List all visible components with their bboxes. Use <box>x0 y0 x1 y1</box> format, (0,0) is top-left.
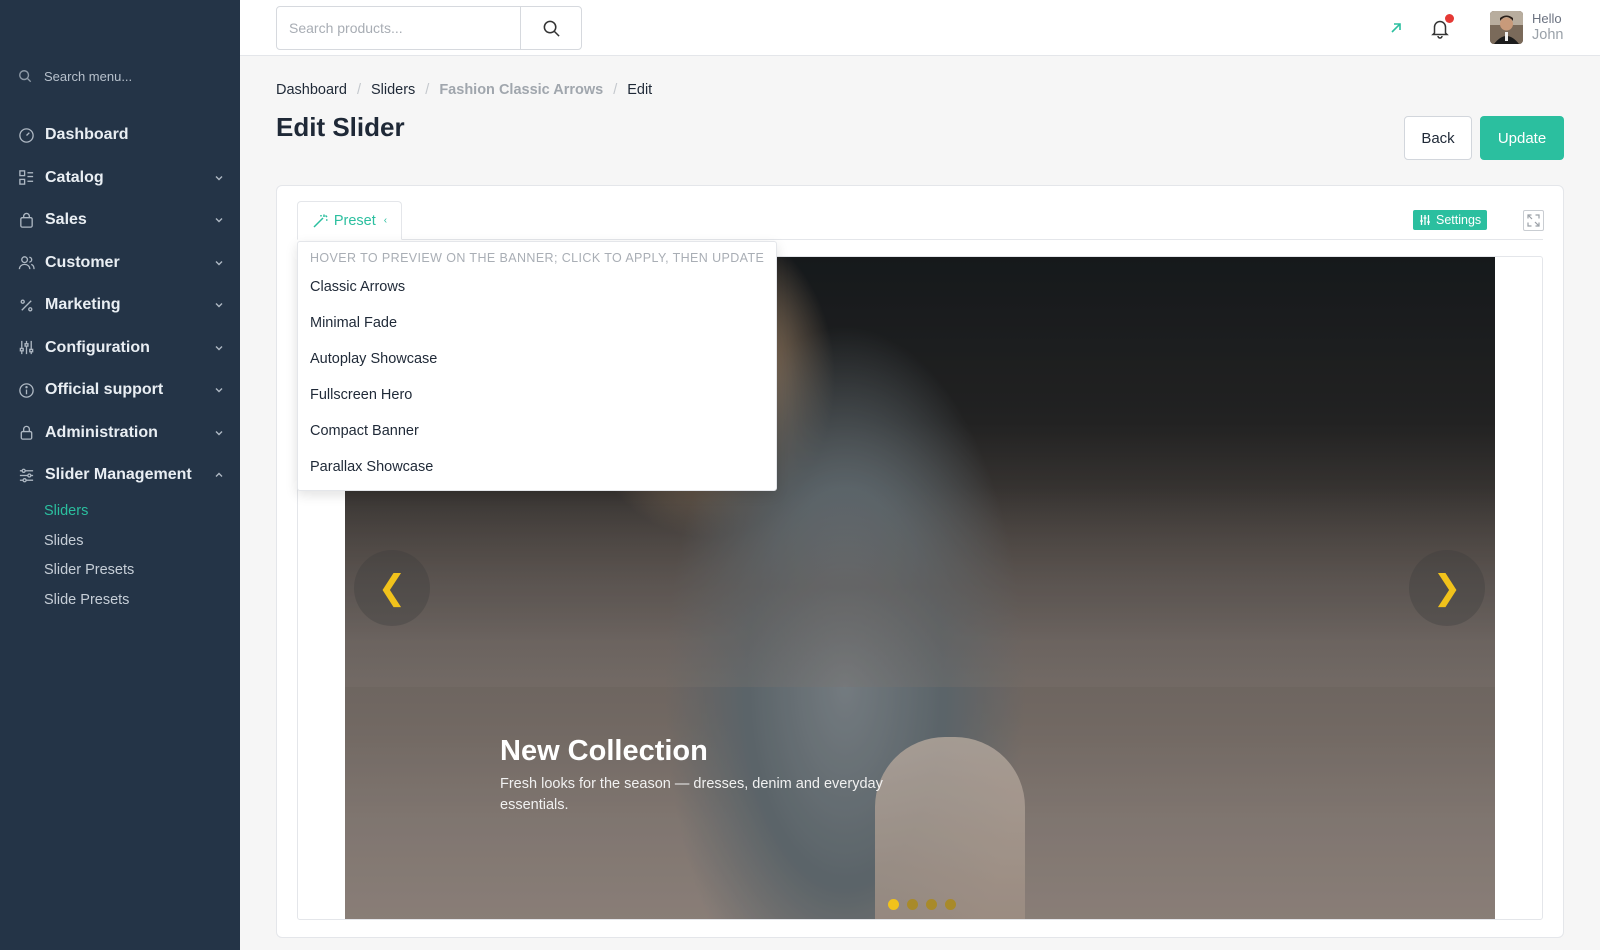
sidebar-item-label: Sales <box>45 211 87 229</box>
breadcrumb-separator: / <box>613 82 618 98</box>
chevron-down-icon <box>214 343 224 353</box>
percent-icon <box>17 296 35 314</box>
product-search <box>276 6 582 50</box>
notification-badge <box>1445 14 1454 23</box>
banner-dot[interactable] <box>907 899 918 910</box>
editor-toolbar: Preset ‹ Settings <box>297 201 1544 240</box>
banner-next-arrow[interactable]: ❯ <box>1409 550 1485 626</box>
sidebar-item-label: Dashboard <box>45 126 129 144</box>
page-title: Edit Slider <box>276 112 405 142</box>
preset-option-compact-banner[interactable]: Compact Banner <box>298 413 776 449</box>
external-link-icon[interactable] <box>1388 20 1404 36</box>
back-button[interactable]: Back <box>1404 116 1472 160</box>
slider-management-icon <box>17 466 35 484</box>
chevron-down-icon <box>214 385 224 395</box>
submenu-item-slides[interactable]: Slides <box>44 526 240 556</box>
users-icon <box>17 254 35 272</box>
submenu-item-sliders[interactable]: Sliders <box>44 497 240 527</box>
product-search-input[interactable] <box>277 7 520 49</box>
preset-tab[interactable]: Preset ‹ <box>297 201 402 240</box>
expand-icon <box>1527 214 1540 227</box>
sidebar-item-label: Marketing <box>45 296 121 314</box>
sidebar-item-dashboard[interactable]: Dashboard <box>0 114 240 157</box>
breadcrumb-sliders[interactable]: Sliders <box>371 82 415 98</box>
catalog-icon <box>17 169 35 187</box>
notifications-button[interactable] <box>1429 14 1454 39</box>
sliders-icon <box>17 339 35 357</box>
sidebar-item-administration[interactable]: Administration <box>0 412 240 455</box>
update-button[interactable]: Update <box>1480 116 1564 160</box>
sidebar-item-label: Catalog <box>45 168 104 186</box>
product-search-button[interactable] <box>520 7 581 49</box>
preset-dropdown: Hover to preview on the banner; click to… <box>297 241 777 491</box>
fullscreen-button[interactable] <box>1523 210 1544 231</box>
breadcrumb-edit: Edit <box>627 82 653 98</box>
preset-option-autoplay-showcase[interactable]: Autoplay Showcase <box>298 341 776 377</box>
breadcrumb-separator: / <box>356 82 361 98</box>
sidebar-item-label: Slider Management <box>45 466 192 484</box>
sidebar-menu: Dashboard Catalog Sales Customer Marketi… <box>0 114 240 615</box>
preset-option-minimal-fade[interactable]: Minimal Fade <box>298 305 776 341</box>
sidebar-item-catalog[interactable]: Catalog <box>0 157 240 200</box>
greeting-text: Hello <box>1532 11 1562 26</box>
breadcrumb-dashboard[interactable]: Dashboard <box>276 82 347 98</box>
user-name: John <box>1532 27 1564 43</box>
banner-pagination <box>888 899 956 910</box>
banner-subtitle: Fresh looks for the season — dresses, de… <box>500 776 883 813</box>
banner-title: New Collection <box>500 735 708 767</box>
preset-options-list: Classic Arrows Minimal Fade Autoplay Sho… <box>298 269 776 485</box>
info-icon <box>17 381 35 399</box>
sidebar-search-placeholder: Search menu... <box>44 68 133 84</box>
shopping-bag-icon <box>17 211 35 229</box>
breadcrumb-current-slider: Fashion Classic Arrows <box>439 82 604 98</box>
search-icon <box>543 20 560 37</box>
chevron-up-icon <box>214 470 224 480</box>
sidebar-item-configuration[interactable]: Configuration <box>0 327 240 370</box>
dashboard-icon <box>17 126 35 144</box>
sidebar-item-sales[interactable]: Sales <box>0 199 240 242</box>
banner-caption: New Collection Fresh looks for the seaso… <box>500 735 920 816</box>
preset-dropdown-hint: Hover to preview on the banner; click to… <box>310 251 765 265</box>
breadcrumb-separator: / <box>425 82 430 98</box>
sidebar-item-slider-management[interactable]: Slider Management <box>0 454 240 497</box>
user-greeting[interactable]: Hello John <box>1532 10 1563 44</box>
settings-button[interactable]: Settings <box>1413 210 1488 230</box>
breadcrumb: Dashboard / Sliders / Fashion Classic Ar… <box>276 80 652 100</box>
search-icon <box>19 70 32 83</box>
chevron-down-icon <box>214 215 224 225</box>
banner-dot[interactable] <box>888 899 899 910</box>
sidebar-item-label: Official support <box>45 381 164 399</box>
banner-dot[interactable] <box>926 899 937 910</box>
chevron-down-icon <box>214 428 224 438</box>
sidebar-search[interactable]: Search menu... <box>18 66 132 86</box>
avatar[interactable] <box>1490 11 1523 44</box>
banner-prev-arrow[interactable]: ❮ <box>354 550 430 626</box>
sidebar-item-marketing[interactable]: Marketing <box>0 284 240 327</box>
chevron-down-icon <box>214 300 224 310</box>
user-photo-icon <box>1490 11 1523 44</box>
preset-tab-label: Preset <box>333 212 376 229</box>
chevron-down-icon <box>214 258 224 268</box>
settings-label: Settings <box>1436 213 1482 227</box>
preset-option-fullscreen-hero[interactable]: Fullscreen Hero <box>298 377 776 413</box>
submenu-item-slider-presets[interactable]: Slider Presets <box>44 556 240 586</box>
preset-option-parallax-showcase[interactable]: Parallax Showcase <box>298 449 776 485</box>
banner-dot[interactable] <box>945 899 956 910</box>
sidebar-item-label: Configuration <box>45 338 150 356</box>
sidebar-item-label: Administration <box>45 423 158 441</box>
sidebar-item-label: Customer <box>45 253 120 271</box>
magic-wand-icon <box>313 214 328 228</box>
topbar: Hello John <box>240 0 1600 56</box>
lock-icon <box>17 424 35 442</box>
preset-option-classic-arrows[interactable]: Classic Arrows <box>298 269 776 305</box>
sliders-icon <box>1420 215 1430 225</box>
caret-left-icon: ‹ <box>383 215 388 226</box>
sidebar-item-official-support[interactable]: Official support <box>0 369 240 412</box>
chevron-down-icon <box>214 173 224 183</box>
sidebar-item-customer[interactable]: Customer <box>0 242 240 285</box>
slider-management-submenu: Sliders Slides Slider Presets Slide Pres… <box>0 497 240 615</box>
submenu-item-slide-presets[interactable]: Slide Presets <box>44 585 240 615</box>
sidebar: Search menu... Dashboard Catalog Sales C… <box>0 0 240 950</box>
